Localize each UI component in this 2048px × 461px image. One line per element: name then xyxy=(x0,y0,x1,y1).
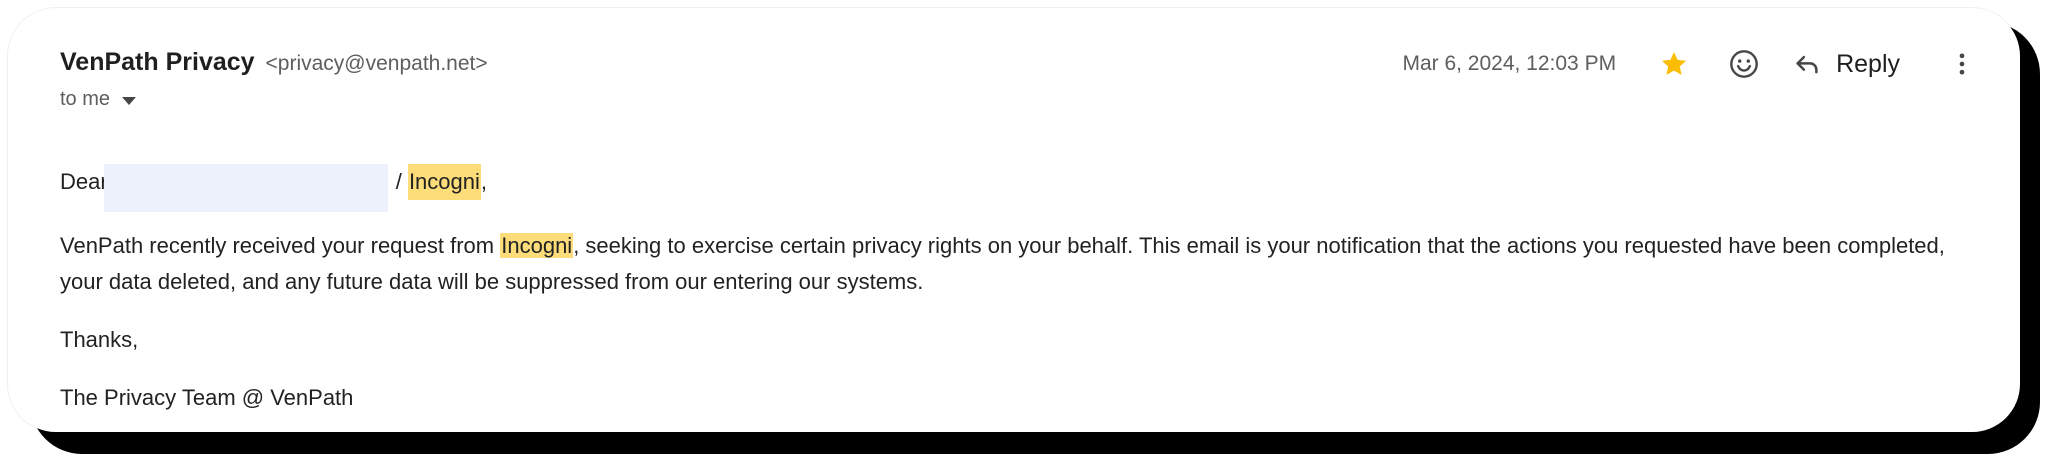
more-vert-icon xyxy=(1959,53,1965,75)
email-card: VenPath Privacy <privacy@venpath.net> to… xyxy=(8,8,2020,432)
greeting-suffix: , xyxy=(480,169,488,194)
highlight-incogni: Incogni xyxy=(500,233,574,258)
recipient-toggle[interactable]: to me xyxy=(60,88,137,111)
paragraph-prefix: VenPath recently received your request f… xyxy=(60,233,495,258)
closing: Thanks, xyxy=(60,327,139,352)
greeting-prefix: Dear xyxy=(60,169,108,194)
greeting-separator: / xyxy=(395,169,402,194)
reply-label: Reply xyxy=(1836,49,1900,78)
message-date: Mar 6, 2024, 12:03 PM xyxy=(1402,52,1617,75)
signature: The Privacy Team @ VenPath xyxy=(60,385,354,410)
more-options-button[interactable] xyxy=(1942,44,1982,84)
star-button[interactable] xyxy=(1654,44,1694,84)
sender-name[interactable]: VenPath Privacy xyxy=(60,48,255,76)
body-paragraph: VenPath recently received your request f… xyxy=(60,228,1980,300)
message-body: Dear / Incogni, VenPath recently receive… xyxy=(60,158,1980,438)
star-icon xyxy=(1661,52,1687,75)
add-reaction-button[interactable] xyxy=(1724,44,1764,84)
sender-email: <privacy@venpath.net> xyxy=(265,52,488,75)
message-toolbar: Mar 6, 2024, 12:03 PM Reply xyxy=(1402,44,1982,84)
reply-icon xyxy=(1796,55,1818,74)
chevron-down-icon xyxy=(122,96,137,105)
redacted-name xyxy=(103,164,388,212)
sender: VenPath Privacy <privacy@venpath.net> xyxy=(60,48,488,77)
greeting: Dear / Incogni, xyxy=(60,158,1980,212)
highlight-incogni: Incogni xyxy=(407,164,481,200)
reply-button[interactable]: Reply xyxy=(1792,49,1900,79)
emoji-icon xyxy=(1730,50,1758,78)
recipient-label: to me xyxy=(60,88,111,110)
